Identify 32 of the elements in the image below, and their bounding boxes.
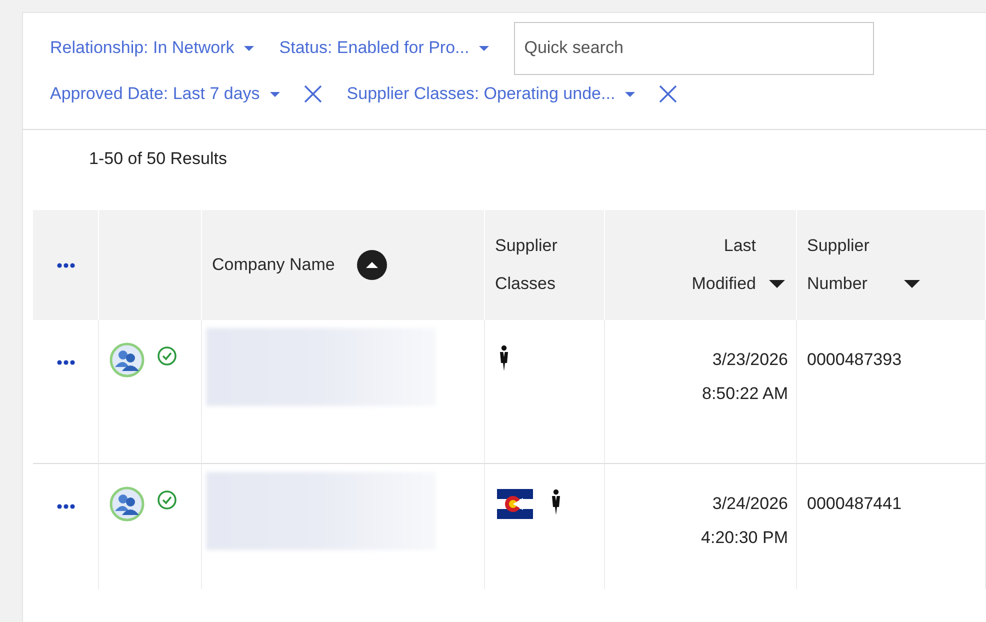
table-cell: 0000487393: [807, 350, 902, 369]
flag-icon: [497, 489, 533, 519]
check-circle-icon: [157, 346, 177, 366]
person-icon: [549, 489, 563, 515]
close-icon[interactable]: [302, 84, 323, 104]
table-cell-text: 3/23/2026: [712, 349, 788, 371]
sort-ascending-icon[interactable]: [356, 250, 387, 280]
caret-icon: [478, 44, 490, 52]
filter-dropdown[interactable]: Approved Date: Last 7 days: [50, 81, 281, 107]
caret-icon: [624, 90, 636, 98]
more-icon[interactable]: [56, 360, 74, 365]
table-cell-text: 4:20:30 PM: [701, 527, 788, 549]
table-cell-text: 3/24/2026: [712, 493, 788, 515]
people-icon[interactable]: [109, 486, 145, 522]
close-icon[interactable]: [658, 84, 678, 104]
sort-descending-icon[interactable]: [768, 279, 786, 289]
column-header[interactable]: Company Name: [212, 252, 335, 278]
filter-dropdown[interactable]: Relationship: In Network: [50, 35, 256, 61]
caret-icon: [268, 90, 281, 98]
sort-descending-icon[interactable]: [903, 279, 921, 289]
results-count: 1-50 of 50 Results: [89, 149, 227, 168]
person-icon: [497, 345, 511, 371]
table-cell-text: 8:50:22 AM: [702, 383, 788, 405]
more-icon[interactable]: [56, 504, 74, 509]
more-icon[interactable]: [56, 262, 74, 268]
people-icon[interactable]: [109, 342, 145, 378]
filter-dropdown[interactable]: Supplier Classes: Operating unde...: [346, 81, 636, 107]
table-cell: 0000487441: [807, 494, 902, 513]
check-circle-icon: [157, 490, 177, 510]
search-field[interactable]: Quick search: [514, 22, 874, 74]
caret-icon: [243, 44, 256, 52]
filter-dropdown[interactable]: Status: Enabled for Pro...: [279, 35, 490, 61]
